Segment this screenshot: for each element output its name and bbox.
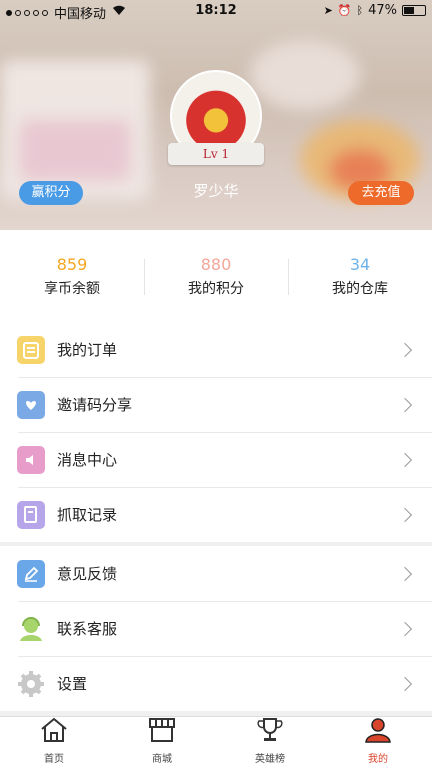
stat-value: 34 xyxy=(349,254,371,274)
menu-item-feedback[interactable]: 意见反馈 xyxy=(0,546,432,601)
customer-service-icon xyxy=(17,615,45,643)
profile-header: 中国移动 18:12 ➤ ⏰ ᛒ 47% Lv 1 罗少华 赢积分 去充值 xyxy=(0,0,432,230)
stat-my-points[interactable]: 880 我的积分 xyxy=(144,255,288,298)
stat-label: 我的积分 xyxy=(188,280,244,297)
menu-item-label: 消息中心 xyxy=(57,451,118,469)
stat-my-warehouse[interactable]: 34 我的仓库 xyxy=(288,255,432,298)
menu-item-orders[interactable]: 我的订单 xyxy=(0,322,432,377)
stats-bar: 859 享币余额 880 我的积分 34 我的仓库 xyxy=(0,230,432,322)
chevron-right-icon xyxy=(397,507,413,522)
tab-profile[interactable]: 我的 xyxy=(324,717,432,768)
tab-label: 首页 xyxy=(44,754,64,765)
chevron-right-icon xyxy=(397,342,413,357)
menu-item-messages[interactable]: 消息中心 xyxy=(0,432,432,487)
menu-item-label: 我的订单 xyxy=(57,341,118,359)
tab-label: 英雄榜 xyxy=(255,754,285,765)
store-icon xyxy=(147,717,177,747)
chevron-right-icon xyxy=(397,452,413,467)
menu-item-label: 联系客服 xyxy=(57,620,118,638)
earn-points-button[interactable]: 赢积分 xyxy=(19,181,83,205)
menu-item-grab-records[interactable]: 抓取记录 xyxy=(0,487,432,542)
menu-item-invite-share[interactable]: 邀请码分享 xyxy=(0,377,432,432)
battery-percent: 47% xyxy=(368,3,397,18)
stat-label: 我的仓库 xyxy=(332,280,388,297)
bluetooth-icon: ᛒ xyxy=(356,4,364,17)
tab-bar: 首页 商城 英雄榜 我的 xyxy=(0,716,432,768)
chevron-right-icon xyxy=(397,676,413,691)
menu-group-1: 我的订单 邀请码分享 消息中心 抓取记录 xyxy=(0,322,432,542)
stat-coin-balance[interactable]: 859 享币余额 xyxy=(0,255,144,298)
menu-item-settings[interactable]: 设置 xyxy=(0,656,432,711)
feedback-icon xyxy=(17,559,45,588)
stat-label: 享币余额 xyxy=(44,280,100,297)
menu-item-customer-service[interactable]: 联系客服 xyxy=(0,601,432,656)
settings-icon xyxy=(17,670,45,698)
tab-leaderboard[interactable]: 英雄榜 xyxy=(216,717,324,768)
level-badge: Lv 1 xyxy=(168,143,264,165)
stat-value: 880 xyxy=(200,254,232,274)
menu-group-2: 意见反馈 联系客服 设置 xyxy=(0,546,432,711)
record-icon xyxy=(17,500,45,529)
trophy-icon xyxy=(255,717,285,747)
bg-blur-shape xyxy=(250,40,360,110)
chevron-right-icon xyxy=(397,621,413,636)
recharge-button[interactable]: 去充值 xyxy=(348,181,414,205)
menu-item-label: 邀请码分享 xyxy=(57,396,133,414)
tab-store[interactable]: 商城 xyxy=(108,717,216,768)
battery-icon xyxy=(402,5,426,16)
profile-icon xyxy=(363,717,393,747)
status-right: ➤ ⏰ ᛒ 47% xyxy=(324,3,426,18)
share-icon xyxy=(17,390,45,419)
alarm-icon: ⏰ xyxy=(337,4,352,17)
tab-label: 商城 xyxy=(152,754,172,765)
location-icon: ➤ xyxy=(323,4,333,17)
status-bar: 中国移动 18:12 ➤ ⏰ ᛒ 47% xyxy=(0,0,432,22)
tab-label: 我的 xyxy=(368,754,388,765)
stat-value: 859 xyxy=(56,254,88,274)
chevron-right-icon xyxy=(397,566,413,581)
menu-item-label: 意见反馈 xyxy=(57,565,118,583)
bg-blur-shape xyxy=(20,120,130,180)
menu-item-label: 抓取记录 xyxy=(57,506,118,524)
chevron-right-icon xyxy=(397,397,413,412)
menu-item-label: 设置 xyxy=(57,675,88,693)
message-icon xyxy=(17,445,45,474)
order-icon xyxy=(17,335,45,364)
home-icon xyxy=(39,717,69,747)
tab-home[interactable]: 首页 xyxy=(0,717,108,768)
